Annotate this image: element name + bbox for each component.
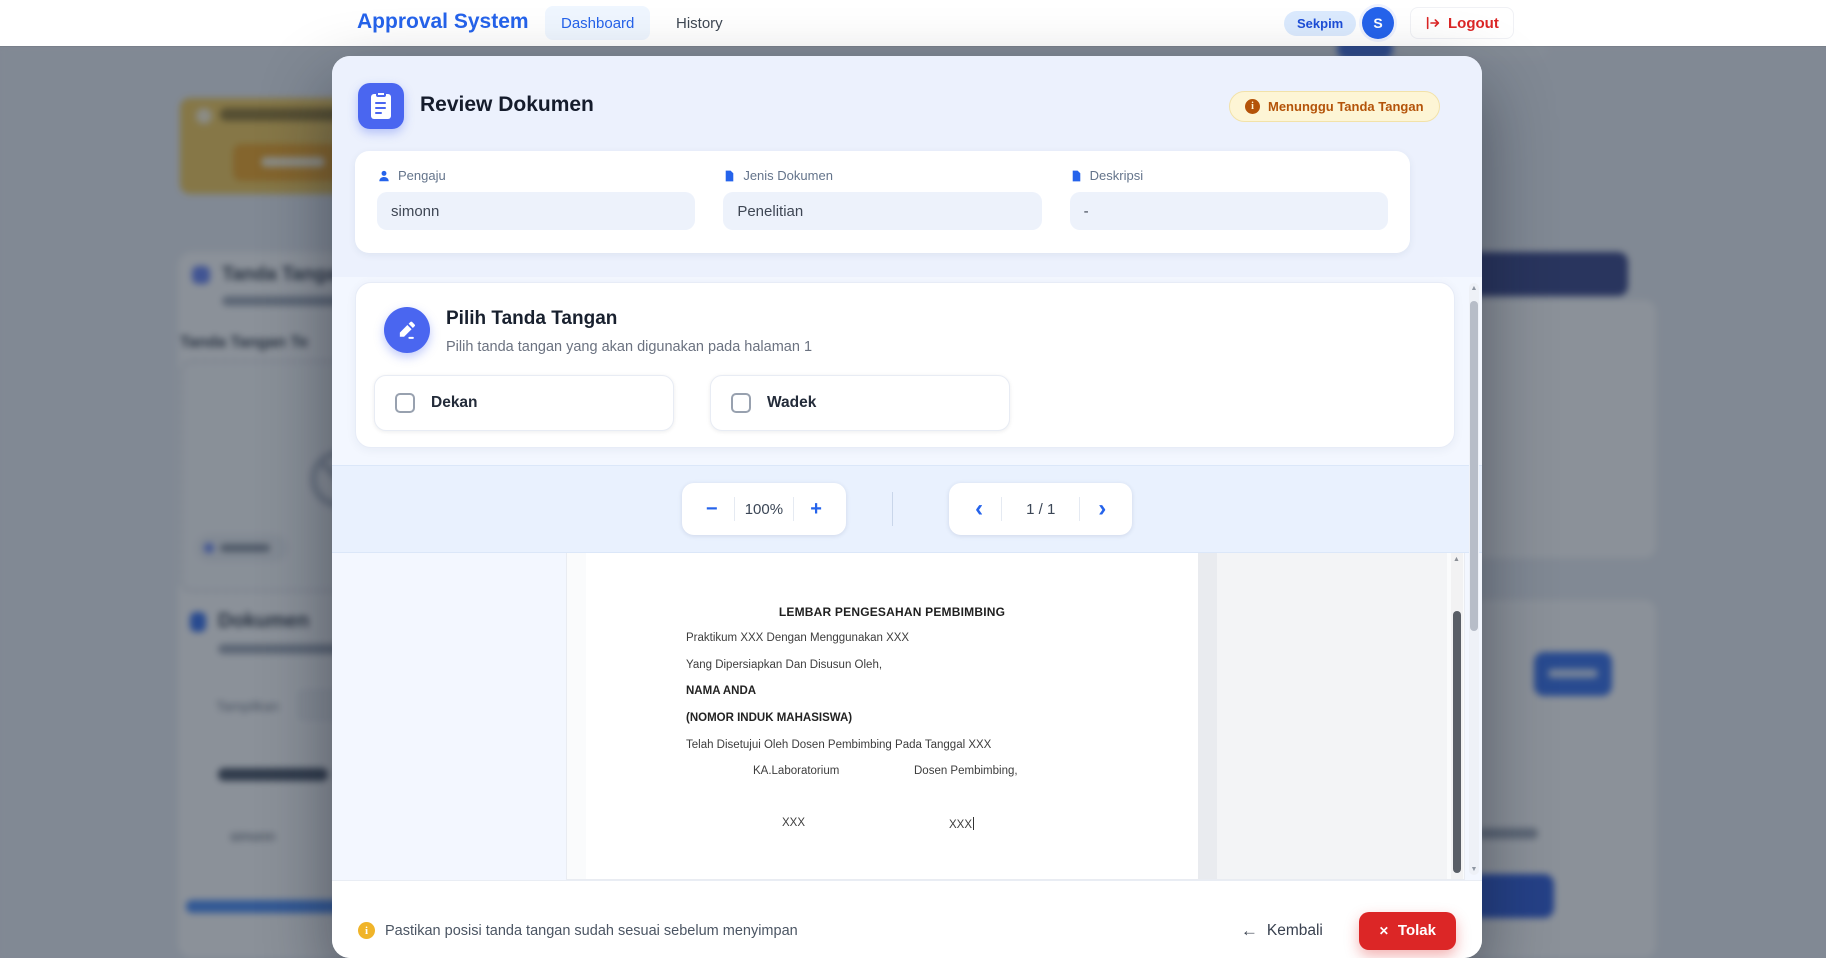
doc-line: NAMA ANDA: [686, 685, 756, 697]
choose-signature-subtitle: Pilih tanda tangan yang akan digunakan p…: [446, 339, 812, 355]
doc-sign-value-left: XXX: [782, 817, 805, 829]
page-indicator: 1 / 1: [1002, 483, 1079, 535]
footer-note: Pastikan posisi tanda tangan sudah sesua…: [385, 923, 798, 939]
doc-line: Yang Dipersiapkan Dan Disusun Oleh,: [686, 659, 882, 671]
pdf-scroll-thumb[interactable]: [1453, 611, 1461, 873]
close-icon: ✕: [1379, 924, 1389, 938]
modal-footer: i Pastikan posisi tanda tangan sudah ses…: [332, 880, 1482, 958]
doc-line: Praktikum XXX Dengan Menggunakan XXX: [686, 632, 909, 644]
page-gutter: [1198, 553, 1217, 879]
modal-title: Review Dokumen: [420, 93, 594, 117]
field-label: Pengaju: [398, 168, 446, 183]
user-avatar[interactable]: S: [1362, 7, 1394, 39]
pdf-viewer: LEMBAR PENGESAHAN PEMBIMBING Praktikum X…: [566, 553, 1465, 880]
logout-label: Logout: [1448, 15, 1499, 32]
checkbox-dekan[interactable]: [395, 393, 415, 413]
signature-pen-icon: [384, 307, 430, 353]
tab-dashboard[interactable]: Dashboard: [545, 6, 650, 40]
info-icon: i: [1245, 99, 1260, 114]
doc-line: Telah Disetujui Oleh Dosen Pembimbing Pa…: [686, 739, 991, 751]
field-deskripsi: Deskripsi -: [1070, 168, 1388, 236]
signature-option-wadek[interactable]: Wadek: [710, 375, 1010, 431]
field-value-pengaju: simonn: [377, 192, 695, 230]
document-icon: [1070, 169, 1083, 183]
pdf-page: LEMBAR PENGESAHAN PEMBIMBING Praktikum X…: [586, 553, 1198, 879]
viewer-side-panel: [1217, 553, 1447, 879]
signature-option-dekan[interactable]: Dekan: [374, 375, 674, 431]
document-info-card: Pengaju simonn Jenis Dokumen Penelitian: [355, 151, 1410, 253]
option-label: Wadek: [767, 394, 816, 412]
viewer-toolbar: − 100% + ‹ 1 / 1 ›: [332, 465, 1482, 553]
pdf-scrollbar[interactable]: ▲: [1451, 553, 1463, 879]
logout-button[interactable]: Logout: [1410, 7, 1514, 39]
clipboard-icon: [358, 83, 404, 129]
scroll-down-icon[interactable]: ▼: [1469, 866, 1479, 873]
screen: Tanda Tangan Tanda Tangan Te Dokumen Tam…: [0, 0, 1826, 958]
modal-scroll-thumb[interactable]: [1470, 301, 1478, 631]
choose-signature-card: Pilih Tanda Tangan Pilih tanda tangan ya…: [355, 282, 1455, 448]
modal-scroll-area: Pilih Tanda Tangan Pilih tanda tangan ya…: [332, 277, 1482, 880]
zoom-level: 100%: [735, 483, 793, 535]
doc-title: LEMBAR PENGESAHAN PEMBIMBING: [586, 605, 1198, 619]
doc-sign-col-right: Dosen Pembimbing,: [914, 765, 1018, 777]
scroll-up-icon[interactable]: ▲: [1453, 556, 1460, 563]
checkbox-wadek[interactable]: [731, 393, 751, 413]
status-badge: i Menunggu Tanda Tangan: [1229, 91, 1440, 122]
document-icon: [723, 169, 736, 183]
zoom-in-button[interactable]: +: [794, 483, 838, 535]
tab-history[interactable]: History: [660, 6, 739, 40]
text-cursor: [973, 817, 974, 830]
doc-sign-value-right: XXX: [949, 817, 974, 831]
field-label: Jenis Dokumen: [743, 168, 833, 183]
field-value-jenis: Penelitian: [723, 192, 1041, 230]
logout-icon: [1425, 15, 1441, 31]
arrow-left-icon: ←: [1241, 921, 1258, 941]
field-pengaju: Pengaju simonn: [377, 168, 695, 236]
back-button-label: Kembali: [1267, 922, 1323, 940]
modal-header: Review Dokumen i Menunggu Tanda Tangan P…: [332, 56, 1482, 277]
status-badge-label: Menunggu Tanda Tangan: [1268, 99, 1424, 114]
back-button[interactable]: ← Kembali: [1241, 921, 1323, 941]
user-icon: [377, 169, 391, 183]
prev-page-button[interactable]: ‹: [957, 483, 1001, 535]
doc-line: (NOMOR INDUK MAHASISWA): [686, 712, 852, 724]
top-navbar: Approval System Dashboard History Sekpim…: [0, 0, 1826, 46]
field-jenis-dokumen: Jenis Dokumen Penelitian: [723, 168, 1041, 236]
review-document-modal: Review Dokumen i Menunggu Tanda Tangan P…: [332, 56, 1482, 958]
option-label: Dekan: [431, 394, 478, 412]
role-badge: Sekpim: [1284, 11, 1356, 36]
page-controls: ‹ 1 / 1 ›: [949, 483, 1132, 535]
toolbar-divider: [892, 492, 893, 526]
next-page-button[interactable]: ›: [1080, 483, 1124, 535]
doc-sign-col-left: KA.Laboratorium: [753, 765, 839, 777]
scroll-up-icon[interactable]: ▲: [1469, 285, 1479, 292]
choose-signature-title: Pilih Tanda Tangan: [446, 308, 617, 330]
zoom-controls: − 100% +: [682, 483, 846, 535]
info-icon: i: [358, 922, 375, 939]
field-label: Deskripsi: [1090, 168, 1143, 183]
field-value-deskripsi: -: [1070, 192, 1388, 230]
app-brand: Approval System: [357, 10, 529, 34]
reject-button[interactable]: ✕ Tolak: [1359, 912, 1456, 950]
reject-button-label: Tolak: [1398, 922, 1436, 939]
modal-scrollbar[interactable]: ▲ ▼: [1469, 283, 1479, 875]
zoom-out-button[interactable]: −: [690, 483, 734, 535]
